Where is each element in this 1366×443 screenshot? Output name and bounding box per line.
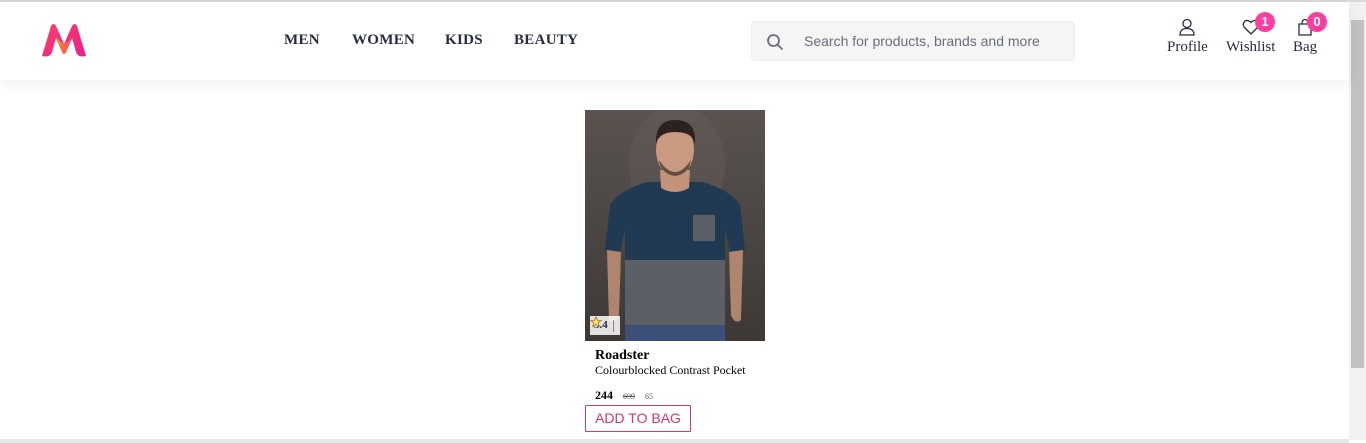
wishlist-label: Wishlist [1226, 39, 1276, 55]
product-card[interactable]: 3.4 Roadster Colourblocked Contrast Pock… [585, 110, 765, 432]
search-icon[interactable] [766, 33, 784, 51]
bag-count-badge: 0 [1307, 12, 1327, 32]
search-input[interactable] [804, 22, 1066, 60]
bag-button[interactable]: Bag 0 [1293, 12, 1327, 56]
scrollbar[interactable] [1349, 2, 1366, 440]
nav-men[interactable]: MEN [284, 32, 320, 49]
product-price: 244 [595, 388, 613, 402]
star-icon [590, 316, 602, 328]
wishlist-count-badge: 1 [1255, 12, 1275, 32]
price-row: 244 699 65 [595, 388, 653, 403]
nav-women[interactable]: WOMEN [352, 32, 415, 49]
product-mrp: 699 [623, 392, 635, 401]
bottom-border [0, 439, 1349, 443]
add-to-bag-button[interactable]: ADD TO BAG [585, 405, 691, 432]
bag-label: Bag [1293, 39, 1318, 55]
nav-kids[interactable]: KIDS [445, 32, 483, 49]
profile-label: Profile [1167, 39, 1208, 55]
product-image[interactable]: 3.4 [585, 110, 765, 341]
wishlist-button[interactable]: Wishlist 1 [1226, 12, 1276, 56]
profile-button[interactable]: Profile [1167, 18, 1208, 56]
product-name: Colourblocked Contrast Pocket [595, 363, 746, 377]
product-discount: 65 [645, 392, 653, 401]
scrollbar-thumb[interactable] [1351, 20, 1364, 368]
rating-badge: 3.4 [590, 316, 620, 335]
user-icon [1179, 18, 1196, 36]
product-photo [605, 110, 745, 341]
site-header: MEN WOMEN KIDS BEAUTY Profile Wishlist 1… [0, 2, 1349, 80]
brand-logo[interactable] [38, 22, 90, 58]
search-bar [751, 21, 1075, 61]
product-brand: Roadster [595, 348, 650, 363]
nav-beauty[interactable]: BEAUTY [514, 32, 578, 49]
rating-divider [612, 319, 614, 332]
